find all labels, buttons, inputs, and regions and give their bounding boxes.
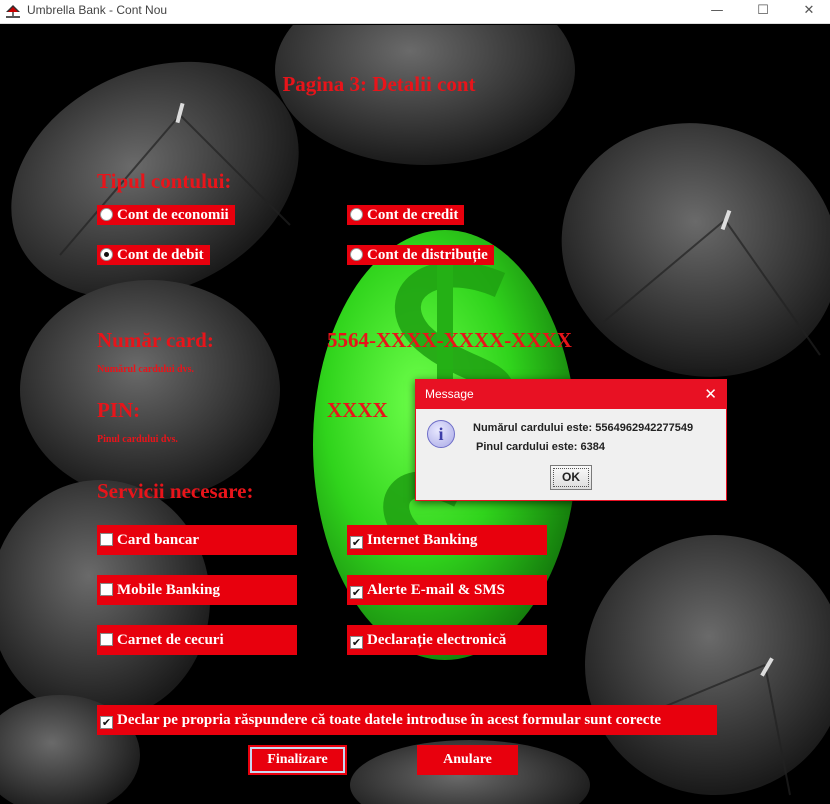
window-title: Umbrella Bank - Cont Nou <box>27 3 168 17</box>
dialog-ok-button[interactable]: OK <box>550 465 592 490</box>
card-number-value: 5564-XXXX-XXXX-XXXX <box>327 328 572 352</box>
checkbox-card-bancar[interactable]: Card bancar <box>97 525 297 555</box>
cancel-button[interactable]: Anulare <box>417 745 518 775</box>
services-heading: Servicii necesare: <box>97 479 254 503</box>
dialog-title: Message <box>425 387 474 401</box>
checkbox-carnet-cecuri[interactable]: Carnet de cecuri <box>97 625 297 655</box>
radio-cont-credit[interactable]: Cont de credit <box>347 205 465 225</box>
dialog-titlebar: Message ✕ <box>416 380 726 409</box>
checkbox-label: Internet Banking <box>367 532 478 548</box>
checkbox-indicator-checked: ✔ <box>100 716 113 729</box>
window-titlebar: Umbrella Bank - Cont Nou — ☐ ✕ <box>0 0 830 24</box>
page-title: Pagina 3: Detalii cont <box>282 72 476 96</box>
checkbox-label: Mobile Banking <box>117 582 220 598</box>
checkbox-indicator-checked: ✔ <box>350 586 363 599</box>
checkbox-internet-banking[interactable]: ✔ Internet Banking <box>347 525 547 555</box>
radio-label: Cont de distribuție <box>367 247 488 263</box>
checkbox-indicator-checked: ✔ <box>350 636 363 649</box>
app-icon <box>6 5 20 18</box>
checkbox-label: Declarație electronică <box>367 632 507 648</box>
checkbox-indicator <box>100 583 113 596</box>
radio-indicator-selected <box>100 248 113 261</box>
close-window-button[interactable]: ✕ <box>786 0 830 24</box>
checkbox-mobile-banking[interactable]: Mobile Banking <box>97 575 297 605</box>
checkbox-indicator <box>100 533 113 546</box>
checkbox-indicator <box>100 633 113 646</box>
radio-label: Cont de debit <box>117 247 204 263</box>
card-number-label: Număr card: <box>97 328 214 352</box>
radio-label: Cont de economii <box>117 207 229 223</box>
radio-indicator <box>350 208 363 221</box>
card-number-hint: Numărul cardului dvs. <box>97 364 194 375</box>
checkbox-indicator-checked: ✔ <box>350 536 363 549</box>
dialog-message-pin: Pinul cardului este: 6384 <box>476 441 605 453</box>
checkbox-label: Declar pe propria răspundere că toate da… <box>117 712 662 728</box>
maximize-button[interactable]: ☐ <box>740 0 786 24</box>
checkbox-declaration[interactable]: ✔ Declar pe propria răspundere că toate d… <box>97 705 717 735</box>
checkbox-label: Alerte E-mail & SMS <box>367 582 505 598</box>
message-dialog: Message ✕ i Numărul cardului este: 55649… <box>415 379 727 501</box>
radio-indicator <box>100 208 113 221</box>
pin-value: XXXX <box>327 398 388 422</box>
pin-label: PIN: <box>97 398 141 422</box>
minimize-button[interactable]: — <box>694 0 740 24</box>
information-icon: i <box>427 420 455 448</box>
account-type-heading: Tipul contului: <box>97 169 232 193</box>
finalize-button[interactable]: Finalizare <box>248 745 347 775</box>
pin-hint: Pinul cardului dvs. <box>97 434 178 445</box>
dialog-close-icon[interactable]: ✕ <box>704 380 717 409</box>
checkbox-label: Card bancar <box>117 532 200 548</box>
radio-cont-debit[interactable]: Cont de debit <box>97 245 210 265</box>
radio-indicator <box>350 248 363 261</box>
dialog-message-card: Numărul cardului este: 5564962942277549 <box>473 422 694 434</box>
radio-label: Cont de credit <box>367 207 459 223</box>
radio-cont-economii[interactable]: Cont de economii <box>97 205 235 225</box>
checkbox-label: Carnet de cecuri <box>117 632 224 648</box>
checkbox-alerte-email-sms[interactable]: ✔ Alerte E-mail & SMS <box>347 575 547 605</box>
radio-cont-distributie[interactable]: Cont de distribuție <box>347 245 494 265</box>
checkbox-declaratie-electronica[interactable]: ✔ Declarație electronică <box>347 625 547 655</box>
